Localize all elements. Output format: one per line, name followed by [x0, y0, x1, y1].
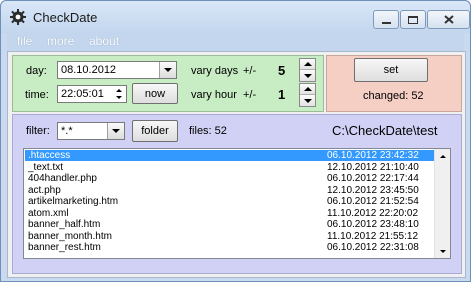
day-label: day: — [26, 65, 47, 77]
file-name: .htaccess — [28, 150, 71, 161]
file-name: 404handler.php — [28, 173, 97, 184]
file-name: banner_half.htm — [28, 219, 101, 230]
vary-days-label: vary days — [191, 65, 239, 77]
file-list[interactable]: .htaccess 06.10.2012 23:42:32 _text.txt 12.… — [23, 148, 451, 259]
scroll-down-icon[interactable] — [435, 244, 450, 258]
file-date: 06.10.2012 23:42:32 — [327, 150, 419, 161]
maximize-button[interactable] — [400, 10, 426, 29]
folder-button[interactable]: folder — [132, 120, 178, 142]
scroll-up-icon[interactable] — [435, 149, 450, 163]
time-down-icon[interactable] — [112, 94, 125, 101]
time-up-icon[interactable] — [112, 87, 125, 94]
file-date: 06.10.2012 22:17:44 — [327, 173, 419, 184]
vary-hour-down-icon[interactable] — [300, 95, 315, 106]
file-row[interactable]: banner_month.htm 11.10.2012 21:55:12 — [25, 231, 434, 242]
menu-bar: file more about — [7, 33, 464, 51]
file-date: 11.10.2012 21:55:12 — [327, 230, 419, 242]
file-date: 06.10.2012 22:31:08 — [327, 242, 419, 253]
vary-hour-spinner[interactable] — [299, 83, 316, 107]
maximize-icon — [408, 15, 418, 24]
day-picker[interactable]: 08.10.2012 — [57, 61, 177, 79]
file-list-scrollbar[interactable] — [434, 149, 450, 258]
file-row[interactable]: 404handler.php 06.10.2012 22:17:44 — [25, 173, 434, 184]
file-count: files: 52 — [189, 125, 227, 137]
minimize-button[interactable] — [373, 10, 399, 29]
filter-label: filter: — [26, 125, 50, 137]
menu-about[interactable]: about — [89, 34, 119, 48]
gear-icon — [10, 9, 26, 25]
app-window: CheckDate file more about day: 08.10.201… — [0, 0, 471, 282]
file-row[interactable]: act.php 12.10.2012 23:45:50 — [25, 185, 434, 196]
close-button[interactable] — [427, 10, 470, 29]
time-value: 22:05:01 — [61, 88, 104, 100]
file-row[interactable]: _text.txt 12.10.2012 21:10:40 — [25, 162, 434, 173]
file-name: _text.txt — [28, 161, 64, 173]
file-name: artikelmarketing.htm — [28, 196, 119, 207]
file-date: 06.10.2012 23:48:10 — [327, 219, 419, 230]
file-row[interactable]: atom.xml 11.10.2012 22:20:02 — [25, 208, 434, 219]
now-button[interactable]: now — [132, 83, 178, 104]
set-button[interactable]: set — [354, 58, 428, 82]
file-date: 11.10.2012 22:20:02 — [327, 207, 419, 219]
set-button-label: set — [383, 64, 399, 76]
time-field[interactable]: 22:05:01 — [57, 85, 127, 103]
vary-hour-plusminus: +/- — [243, 89, 257, 101]
minimize-icon — [381, 21, 391, 24]
file-date: 06.10.2012 21:52:54 — [327, 196, 419, 207]
close-icon — [443, 15, 454, 24]
file-name: act.php — [28, 184, 61, 196]
folder-button-label: folder — [141, 125, 169, 137]
time-label: time: — [25, 89, 49, 101]
vary-days-plusminus: +/- — [243, 65, 257, 77]
file-date: 12.10.2012 21:10:40 — [327, 161, 419, 173]
file-date: 12.10.2012 23:45:50 — [327, 184, 419, 196]
file-name: banner_rest.htm — [28, 242, 101, 253]
chevron-down-icon[interactable] — [159, 62, 176, 78]
filter-value: *.* — [61, 125, 73, 137]
day-value: 08.10.2012 — [61, 64, 117, 76]
changed-count: changed: 52 — [363, 90, 424, 102]
file-row[interactable]: banner_rest.htm 06.10.2012 22:31:08 — [25, 242, 434, 253]
vary-hour-value: 1 — [278, 87, 286, 102]
chevron-down-icon[interactable] — [107, 123, 124, 139]
vary-days-spinner[interactable] — [299, 58, 316, 82]
title-bar[interactable]: CheckDate — [1, 1, 470, 33]
file-row[interactable]: artikelmarketing.htm 06.10.2012 21:52:54 — [25, 196, 434, 207]
file-name: atom.xml — [28, 207, 69, 219]
menu-more[interactable]: more — [47, 34, 74, 48]
file-row[interactable]: .htaccess 06.10.2012 23:42:32 — [25, 150, 434, 161]
vary-days-down-icon[interactable] — [300, 70, 315, 81]
filter-select[interactable]: *.* — [57, 122, 125, 140]
vary-hour-label: vary hour — [191, 89, 237, 101]
file-name: banner_month.htm — [28, 230, 112, 242]
vary-hour-up-icon[interactable] — [300, 84, 315, 95]
menu-file[interactable]: file — [17, 34, 32, 48]
window-title: CheckDate — [33, 10, 98, 25]
now-button-label: now — [144, 87, 166, 100]
file-row[interactable]: banner_half.htm 06.10.2012 23:48:10 — [25, 219, 434, 230]
vary-days-up-icon[interactable] — [300, 59, 315, 70]
folder-path: C:\CheckDate\test — [332, 123, 438, 138]
vary-days-value: 5 — [278, 63, 286, 78]
